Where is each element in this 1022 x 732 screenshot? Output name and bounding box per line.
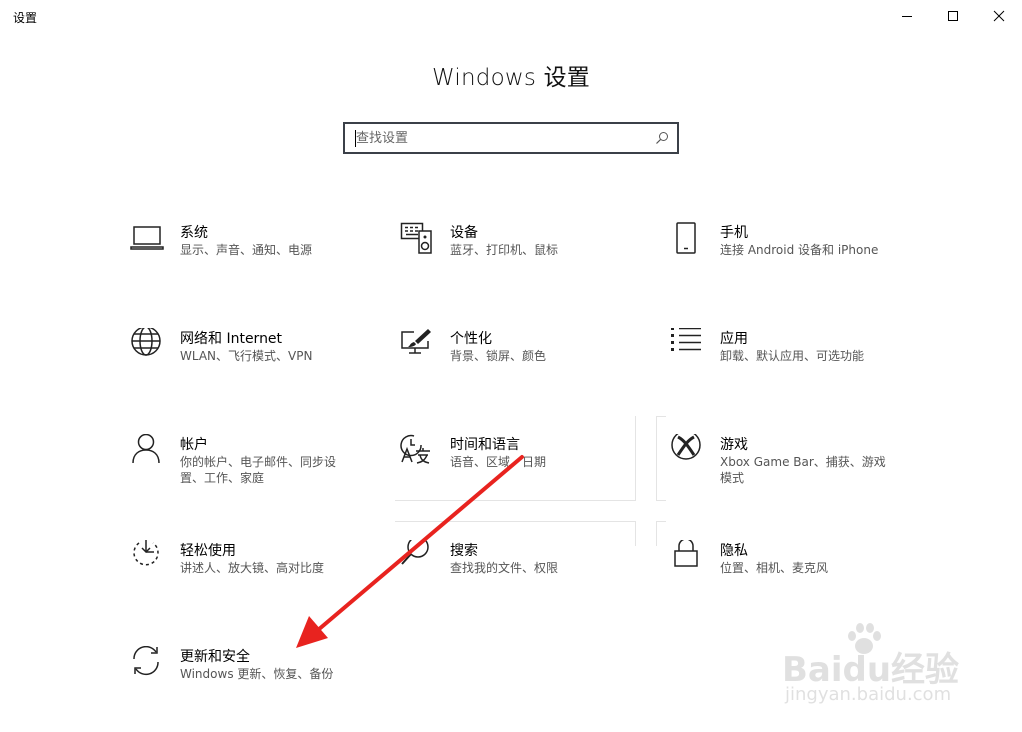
tile-title: 设备 <box>450 225 478 241</box>
phone-icon <box>676 222 696 254</box>
tile-title: 个性化 <box>450 331 492 347</box>
tile-ease-of-access[interactable]: 轻松使用 讲述人、放大镜、高对比度 <box>130 540 380 620</box>
tile-accounts[interactable]: 帐户 你的帐户、电子邮件、同步设置、工作、家庭 <box>130 434 380 514</box>
refresh-icon <box>133 646 159 676</box>
tile-title: 帐户 <box>180 437 208 453</box>
tile-description: 语音、区域、日期 <box>450 455 547 469</box>
minimize-icon <box>902 16 912 17</box>
search-magnifier-icon <box>401 540 429 565</box>
annotation-arrow-head <box>296 616 328 648</box>
tile-title: 更新和安全 <box>180 649 250 665</box>
personalization-icon <box>401 329 431 354</box>
tile-title: 轻松使用 <box>180 543 236 559</box>
tile-search[interactable]: 搜索 查找我的文件、权限 <box>400 540 650 620</box>
tile-privacy[interactable]: 隐私 位置、相机、麦克风 <box>670 540 920 620</box>
devices-icon <box>400 222 432 254</box>
tile-description: 蓝牙、打印机、鼠标 <box>450 243 559 257</box>
minimize-button[interactable] <box>884 0 930 32</box>
tile-description: 卸载、默认应用、可选功能 <box>720 349 865 363</box>
page-title: Windows 设置 <box>432 65 590 91</box>
xbox-icon <box>671 434 701 460</box>
ease-of-access-icon <box>133 540 159 566</box>
tile-system[interactable]: 系统 显示、声音、通知、电源 <box>130 222 380 302</box>
watermark-url: jingyan.baidu.com <box>785 684 952 705</box>
tile-title: 应用 <box>720 331 748 347</box>
tile-description: 连接 Android 设备和 iPhone <box>720 243 879 257</box>
tile-description: Xbox Game Bar、捕获、游戏模式 <box>720 455 886 485</box>
close-button[interactable] <box>976 0 1022 32</box>
tile-network[interactable]: 网络和 Internet WLAN、飞行模式、VPN <box>130 328 380 408</box>
tile-time-language[interactable]: 时间和语言 语音、区域、日期 <box>400 434 650 514</box>
search-icon[interactable] <box>655 131 669 145</box>
person-icon <box>132 434 160 464</box>
baidu-watermark: Baidu经验 jingyan.baidu.com <box>782 622 982 712</box>
tile-title: 手机 <box>720 225 748 241</box>
tile-description: 位置、相机、麦克风 <box>720 561 829 575</box>
maximize-icon <box>948 11 958 21</box>
tile-description: 讲述人、放大镜、高对比度 <box>180 561 325 575</box>
tile-description: WLAN、飞行模式、VPN <box>180 349 313 363</box>
tile-title: 搜索 <box>450 543 478 559</box>
tile-title: 隐私 <box>720 543 748 559</box>
time-language-icon <box>400 434 430 464</box>
tile-description: 你的帐户、电子邮件、同步设置、工作、家庭 <box>180 455 337 485</box>
tile-update-security[interactable]: 更新和安全 Windows 更新、恢复、备份 <box>130 646 380 726</box>
tile-phone[interactable]: 手机 连接 Android 设备和 iPhone <box>670 222 920 302</box>
tile-personalization[interactable]: 个性化 背景、锁屏、颜色 <box>400 328 650 408</box>
window-title: 设置 <box>13 11 38 25</box>
tile-gaming[interactable]: 游戏 Xbox Game Bar、捕获、游戏模式 <box>670 434 920 514</box>
tile-title: 时间和语言 <box>450 437 520 453</box>
maximize-button[interactable] <box>930 0 976 32</box>
title-bar: 设置 <box>0 0 1022 32</box>
apps-list-icon <box>671 328 701 351</box>
tile-apps[interactable]: 应用 卸载、默认应用、可选功能 <box>670 328 920 408</box>
tile-devices[interactable]: 设备 蓝牙、打印机、鼠标 <box>400 222 650 302</box>
tile-description: 背景、锁屏、颜色 <box>450 349 547 363</box>
search-input[interactable] <box>356 124 646 152</box>
tile-description: 查找我的文件、权限 <box>450 561 559 575</box>
tile-hover-frame <box>656 416 666 501</box>
globe-icon <box>131 328 161 356</box>
lock-icon <box>674 540 698 567</box>
tile-title: 游戏 <box>720 437 748 453</box>
close-icon <box>993 10 1005 22</box>
tile-hover-frame <box>656 521 666 546</box>
tile-title: 网络和 Internet <box>180 331 283 347</box>
tile-description: Windows 更新、恢复、备份 <box>180 667 334 681</box>
search-box[interactable] <box>343 122 679 154</box>
tile-title: 系统 <box>180 225 208 241</box>
tile-description: 显示、声音、通知、电源 <box>180 243 313 257</box>
laptop-icon <box>130 226 164 250</box>
